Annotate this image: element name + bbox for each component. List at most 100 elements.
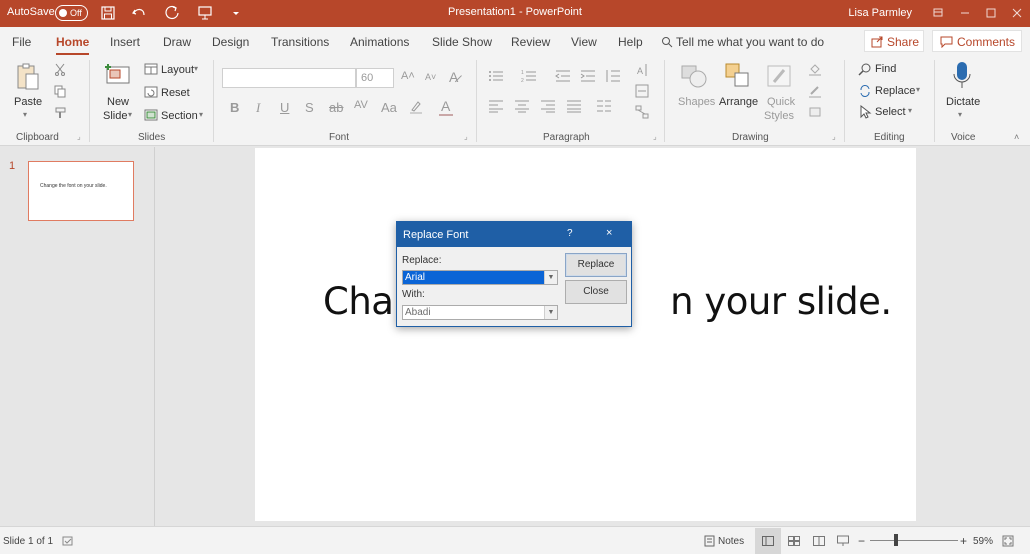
select-icon[interactable] <box>858 105 872 119</box>
clipboard-launcher-icon[interactable]: ⌟ <box>77 132 81 141</box>
section-button[interactable]: Section <box>161 110 198 122</box>
close-icon[interactable]: × <box>606 227 612 239</box>
reading-view-icon[interactable] <box>813 536 825 546</box>
quick-styles-icon[interactable] <box>766 62 794 90</box>
paragraph-launcher-icon[interactable]: ⌟ <box>653 132 657 141</box>
font-size-box[interactable]: 60 <box>356 68 394 88</box>
align-left-icon[interactable] <box>488 99 504 113</box>
tab-home[interactable]: Home <box>56 35 90 55</box>
slide-show-icon[interactable] <box>837 535 849 547</box>
select-dropdown-icon[interactable]: ▾ <box>908 106 912 115</box>
layout-button[interactable]: Layout <box>161 64 194 76</box>
new-slide-label-1[interactable]: New <box>107 96 129 108</box>
close-dialog-button[interactable]: Close <box>565 280 627 304</box>
section-icon[interactable] <box>144 109 158 121</box>
slide-sorter-icon[interactable] <box>788 536 800 546</box>
line-spacing-icon[interactable] <box>605 69 621 83</box>
shape-fill-icon[interactable] <box>808 62 822 76</box>
help-icon[interactable]: ? <box>567 228 573 239</box>
new-slide-label-2[interactable]: Slide <box>103 110 127 122</box>
tab-transitions[interactable]: Transitions <box>271 35 329 49</box>
replace-dialog-button[interactable]: Replace <box>565 253 627 277</box>
increase-indent-icon[interactable] <box>580 69 596 83</box>
arrange-icon[interactable] <box>724 62 752 90</box>
shapes-icon[interactable] <box>680 62 708 90</box>
tab-file[interactable]: File <box>12 35 31 49</box>
paste-icon[interactable] <box>14 62 42 92</box>
comments-button[interactable]: Comments <box>932 30 1022 52</box>
find-button[interactable]: Find <box>875 63 896 75</box>
quick-styles-label-1[interactable]: Quick <box>767 96 795 108</box>
reset-icon[interactable] <box>144 86 158 98</box>
new-slide-dropdown-icon[interactable]: ▾ <box>128 110 132 119</box>
ribbon-display-icon[interactable] <box>929 4 947 22</box>
replace-button[interactable]: Replace <box>875 85 915 97</box>
layout-icon[interactable] <box>144 63 158 75</box>
underline-icon[interactable]: U <box>280 100 289 115</box>
align-right-icon[interactable] <box>540 99 556 113</box>
font-launcher-icon[interactable]: ⌟ <box>464 132 468 141</box>
dictate-dropdown-icon[interactable]: ▾ <box>958 110 962 119</box>
replace-dropdown-icon[interactable]: ▾ <box>916 85 920 94</box>
drawing-launcher-icon[interactable]: ⌟ <box>832 132 836 141</box>
paste-dropdown-icon[interactable]: ▾ <box>23 110 27 119</box>
minimize-icon[interactable] <box>956 4 974 22</box>
text-shadow-icon[interactable]: S <box>305 100 314 115</box>
slide-thumbnail[interactable]: Change the font on your slide. <box>28 161 134 221</box>
tab-draw[interactable]: Draw <box>163 35 191 49</box>
strikethrough-icon[interactable]: ab <box>329 100 343 115</box>
tell-me-search[interactable]: Tell me what you want to do <box>676 35 824 49</box>
dictate-button[interactable]: Dictate <box>946 96 980 108</box>
tab-slide-show[interactable]: Slide Show <box>432 35 492 49</box>
tab-insert[interactable]: Insert <box>110 35 140 49</box>
find-icon[interactable] <box>858 62 872 76</box>
shapes-label[interactable]: Shapes <box>678 96 715 108</box>
close-window-icon[interactable] <box>1008 4 1026 22</box>
numbering-icon[interactable]: 12 <box>521 69 537 83</box>
maximize-icon[interactable] <box>982 4 1000 22</box>
shape-outline-icon[interactable] <box>808 84 822 98</box>
bullets-icon[interactable] <box>488 69 504 83</box>
fit-to-window-icon[interactable] <box>1002 535 1014 547</box>
chevron-down-icon[interactable]: ▼ <box>544 271 557 284</box>
chevron-down-icon[interactable]: ▼ <box>544 306 557 319</box>
slide-canvas[interactable] <box>255 148 916 521</box>
with-font-select[interactable]: Abadi ▼ <box>402 305 558 320</box>
change-case-icon[interactable]: Aa <box>381 100 397 115</box>
zoom-slider-track[interactable] <box>870 540 958 541</box>
replace-icon[interactable] <box>858 84 872 98</box>
user-name[interactable]: Lisa Parmley <box>848 7 912 19</box>
bold-icon[interactable]: B <box>230 100 239 115</box>
align-text-icon[interactable] <box>635 84 649 98</box>
format-painter-icon[interactable] <box>53 106 67 120</box>
collapse-ribbon-icon[interactable]: ˄ <box>1014 132 1019 142</box>
paste-label[interactable]: Paste <box>14 96 42 108</box>
spelling-check-icon[interactable] <box>62 535 74 547</box>
shape-effects-icon[interactable] <box>808 105 822 119</box>
font-color-icon[interactable]: A <box>441 98 450 114</box>
new-slide-icon[interactable] <box>104 62 132 88</box>
decrease-font-size-icon[interactable]: A˅ <box>425 72 436 82</box>
clear-formatting-icon[interactable]: A̷ <box>449 69 458 85</box>
zoom-slider-thumb[interactable] <box>893 534 898 546</box>
tab-review[interactable]: Review <box>511 35 550 49</box>
normal-view-button[interactable] <box>755 528 781 554</box>
copy-icon[interactable] <box>53 84 67 98</box>
tab-help[interactable]: Help <box>618 35 643 49</box>
smartart-icon[interactable] <box>635 105 649 119</box>
arrange-label[interactable]: Arrange <box>719 96 758 108</box>
quick-styles-label-2[interactable]: Styles <box>764 110 794 122</box>
notes-button[interactable]: Notes <box>718 536 744 547</box>
tab-view[interactable]: View <box>571 35 597 49</box>
text-direction-icon[interactable]: A <box>635 62 649 78</box>
justify-icon[interactable] <box>566 99 582 113</box>
zoom-out-button[interactable]: − <box>858 534 865 548</box>
microphone-icon[interactable] <box>951 60 973 92</box>
character-spacing-icon[interactable]: AV <box>354 99 368 111</box>
cut-icon[interactable] <box>53 62 67 76</box>
tab-design[interactable]: Design <box>212 35 249 49</box>
align-center-icon[interactable] <box>514 99 530 113</box>
select-button[interactable]: Select <box>875 106 906 118</box>
layout-dropdown-icon[interactable]: ▾ <box>194 64 198 73</box>
replace-font-select[interactable]: Arial ▼ <box>402 270 558 285</box>
